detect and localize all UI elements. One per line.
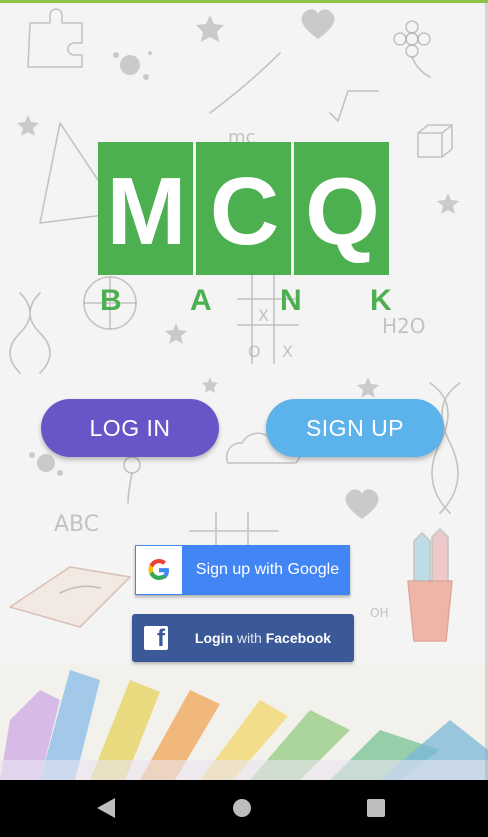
- google-logo-box: [136, 546, 182, 594]
- logo-subtitle-bank: B A N K: [100, 284, 392, 318]
- facebook-label-login: Login: [194, 630, 234, 646]
- doodle-o: O: [248, 342, 261, 361]
- logo-tile-c: C: [196, 142, 291, 275]
- facebook-f-icon: f: [144, 625, 168, 652]
- home-circle-icon[interactable]: [233, 799, 251, 817]
- facebook-label-with: with: [236, 630, 262, 646]
- mcq-logo: M C Q: [98, 142, 390, 275]
- system-nav-bar: [0, 780, 488, 837]
- back-triangle-icon[interactable]: [97, 798, 115, 818]
- login-screen: mc X O X H2O ABC OH M C Q B A N K LOG IN…: [0, 3, 488, 780]
- logo-tile-m: M: [98, 142, 193, 275]
- logo-letter-q: Q: [305, 158, 380, 265]
- doodle-oh: OH: [370, 606, 388, 620]
- bank-letter-b: B: [100, 284, 122, 317]
- logo-tile-q: Q: [294, 142, 389, 275]
- google-g-icon: [148, 559, 169, 580]
- google-signup-button[interactable]: Sign up with Google: [135, 545, 350, 595]
- bank-letter-a: A: [190, 284, 212, 317]
- signup-button[interactable]: SIGN UP: [266, 399, 444, 457]
- facebook-label-brand: Facebook: [265, 630, 332, 646]
- recents-square-icon[interactable]: [367, 799, 385, 817]
- books-illustration: [0, 663, 488, 780]
- login-button[interactable]: LOG IN: [41, 399, 219, 457]
- google-button-label: Sign up with Google: [195, 561, 340, 578]
- logo-letter-m: M: [106, 158, 187, 265]
- facebook-f-glyph: f: [157, 625, 165, 652]
- doodle-abc: ABC: [54, 512, 99, 537]
- facebook-button-label: Login with Facebook: [182, 614, 344, 662]
- doodle-x-2: X: [282, 342, 293, 361]
- bank-letter-k: K: [370, 284, 392, 317]
- logo-letter-c: C: [209, 158, 279, 265]
- facebook-login-button[interactable]: f Login with Facebook: [132, 614, 354, 662]
- bank-letter-n: N: [280, 284, 302, 317]
